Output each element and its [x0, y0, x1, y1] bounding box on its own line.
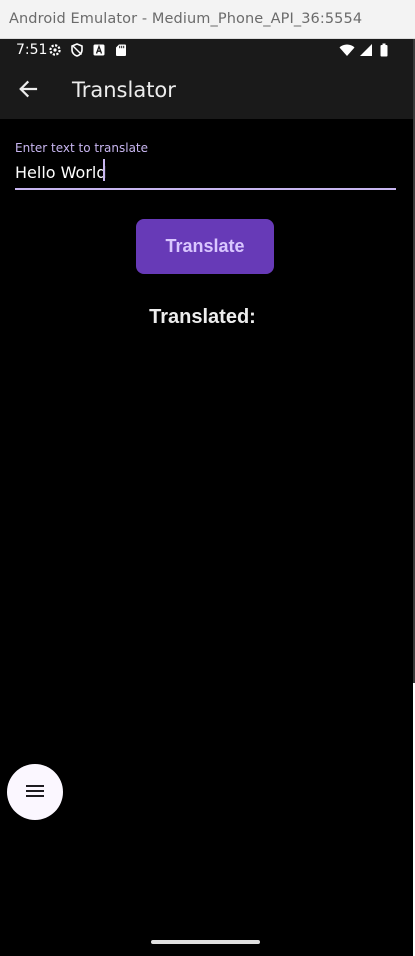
- status-bar: 7:51: [0, 39, 413, 63]
- a-icon: [92, 43, 106, 57]
- input-underline: [15, 188, 396, 190]
- translate-input[interactable]: [15, 157, 396, 187]
- input-label: Enter text to translate: [15, 141, 149, 155]
- status-time: 7:51: [16, 42, 48, 58]
- shield-icon: [70, 43, 84, 57]
- emulator-title-bar: Android Emulator - Medium_Phone_API_36:5…: [0, 0, 415, 39]
- status-icons-right: [339, 43, 393, 57]
- emulator-window-title: Android Emulator - Medium_Phone_API_36:5…: [9, 11, 363, 27]
- menu-fab-button[interactable]: [7, 764, 63, 820]
- signal-icon: [359, 43, 373, 57]
- page-title: Translator: [72, 78, 176, 102]
- status-icons-left: [48, 43, 128, 57]
- arrow-back-icon: [18, 79, 38, 104]
- battery-icon: [379, 43, 393, 57]
- back-button[interactable]: [12, 75, 44, 107]
- translated-label: Translated:: [149, 306, 256, 328]
- translate-text-field[interactable]: Enter text to translate: [15, 139, 396, 191]
- phone-screen: 7:51 Translator Enter text to translate …: [0, 39, 413, 956]
- gesture-navigation-bar[interactable]: [151, 940, 260, 944]
- settings-icon: [48, 43, 62, 57]
- text-caret: [103, 159, 105, 181]
- app-bar: Translator: [0, 63, 413, 119]
- wifi-icon: [339, 43, 355, 57]
- menu-icon: [25, 784, 45, 801]
- translate-button[interactable]: Translate: [136, 219, 274, 274]
- sd-card-icon: [114, 43, 128, 57]
